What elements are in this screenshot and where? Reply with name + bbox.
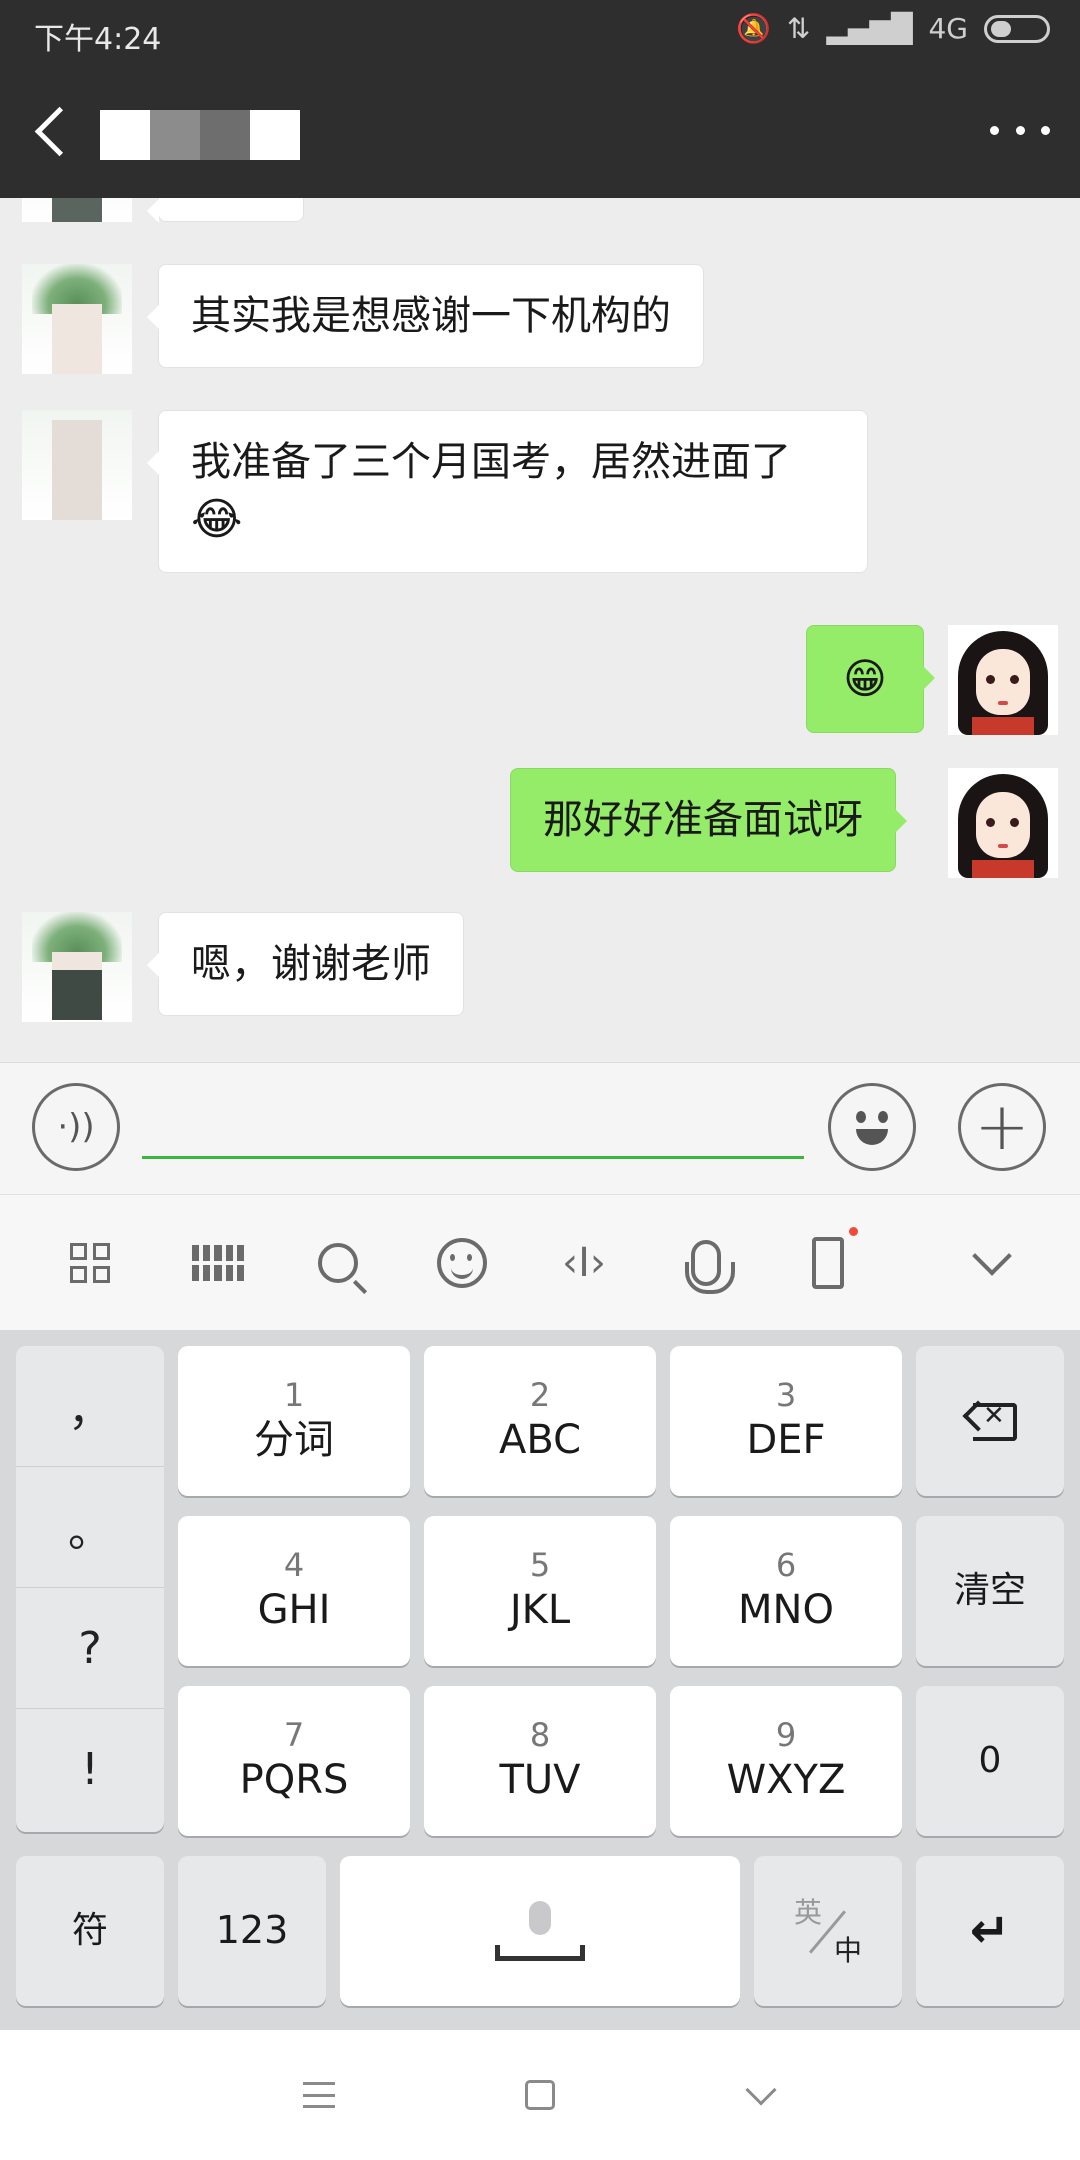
punct-key[interactable]: ， — [16, 1346, 164, 1467]
space-key[interactable] — [340, 1856, 740, 2006]
sent-message-bubble[interactable]: 那好好准备面试呀 — [510, 768, 907, 872]
search-icon[interactable] — [306, 1231, 370, 1295]
home-icon[interactable] — [515, 2070, 565, 2120]
number-mode-key[interactable]: 123 — [178, 1856, 326, 2006]
punct-key[interactable]: 。 — [16, 1467, 164, 1588]
more-dots-icon[interactable] — [990, 110, 1050, 150]
mute-icon: 🔕 — [736, 12, 771, 45]
key-4[interactable]: 4 GHI — [178, 1516, 410, 1666]
data-arrows-icon: ⇅ — [786, 12, 811, 45]
zero-key[interactable]: 0 — [916, 1686, 1064, 1836]
status-time: 下午4:24 — [34, 22, 162, 57]
contact-avatar[interactable] — [22, 198, 132, 222]
notification-dot — [849, 1227, 858, 1236]
t9-keyboard: ， 。 ? ! 1分词 2ABC 3DEF 4GHI 5JKL 6MNO 清空 … — [0, 1330, 1080, 2030]
emoji-icon[interactable] — [828, 1083, 916, 1171]
collapse-chevron-icon[interactable] — [960, 1231, 1024, 1295]
voice-icon[interactable]: ·)) — [32, 1083, 120, 1171]
message-input[interactable] — [142, 1097, 804, 1159]
my-avatar[interactable] — [948, 625, 1058, 735]
language-switch-key[interactable]: 英 中 — [754, 1856, 902, 2006]
input-bar: ·)) + — [0, 1062, 1080, 1194]
key-8[interactable]: 8 TUV — [424, 1686, 656, 1836]
system-nav-bar — [0, 2030, 1080, 2160]
menu-icon[interactable] — [294, 2070, 344, 2120]
message-text: 其实我是想感谢一下机构的 — [191, 293, 671, 339]
ime-toolbar: ‹I› — [0, 1194, 1080, 1330]
tears-of-joy-emoji: 😂 — [191, 494, 243, 545]
key-1[interactable]: 1 分词 — [178, 1346, 410, 1496]
key-7[interactable]: 7 PQRS — [178, 1686, 410, 1836]
contact-avatar[interactable] — [22, 410, 132, 520]
punct-key[interactable]: ? — [16, 1588, 164, 1709]
chat-area[interactable]: 其实我是想感谢一下机构的 我准备了三个月国考，居然进面了 😂 😁 那好好准备面试… — [0, 198, 1080, 1062]
contact-avatar[interactable] — [22, 912, 132, 1022]
plus-icon[interactable]: + — [958, 1083, 1046, 1171]
punctuation-column[interactable]: ， 。 ? ! — [16, 1346, 164, 1832]
message-bubble[interactable]: 我准备了三个月国考，居然进面了 😂 — [147, 410, 868, 573]
top-bar: 下午4:24 🔕 ⇅ ▂▄▆█ 4G — [0, 0, 1080, 198]
cursor-icon[interactable]: ‹I› — [552, 1231, 616, 1295]
grin-emoji: 😁 — [843, 654, 887, 703]
enter-key[interactable]: ↵ — [916, 1856, 1064, 2006]
backspace-icon — [962, 1400, 1017, 1441]
key-5[interactable]: 5 JKL — [424, 1516, 656, 1666]
message-text: 嗯，谢谢老师 — [191, 941, 431, 987]
signal-icon: ▂▄▆█ — [826, 12, 913, 45]
key-2[interactable]: 2 ABC — [424, 1346, 656, 1496]
sent-message-bubble[interactable]: 😁 — [806, 625, 935, 733]
message-text: 那好好准备面试呀 — [543, 797, 863, 843]
space-bar-icon — [495, 1945, 585, 1961]
contact-name-redacted — [100, 110, 300, 160]
clear-key[interactable]: 清空 — [916, 1516, 1064, 1666]
keyboard-icon[interactable] — [186, 1231, 250, 1295]
contact-avatar[interactable] — [22, 264, 132, 374]
message-bubble[interactable]: 其实我是想感谢一下机构的 — [147, 264, 704, 368]
grid-menu-icon[interactable] — [58, 1231, 122, 1295]
key-9[interactable]: 9 WXYZ — [670, 1686, 902, 1836]
space-mic-icon — [529, 1901, 551, 1935]
back-arrow-icon[interactable] — [30, 100, 78, 164]
message-bubble[interactable]: 嗯，谢谢老师 — [147, 912, 464, 1016]
delete-key[interactable] — [916, 1346, 1064, 1496]
key-6[interactable]: 6 MNO — [670, 1516, 902, 1666]
calculator-icon[interactable] — [796, 1227, 860, 1295]
emoji-face-icon[interactable] — [430, 1231, 494, 1295]
message-text: 我准备了三个月国考，居然进面了 — [191, 439, 791, 485]
key-3[interactable]: 3 DEF — [670, 1346, 902, 1496]
my-avatar[interactable] — [948, 768, 1058, 878]
punct-key[interactable]: ! — [16, 1709, 164, 1830]
enter-icon: ↵ — [969, 1903, 1011, 1959]
symbol-key[interactable]: 符 — [16, 1856, 164, 2006]
message-bubble-partial — [147, 198, 304, 223]
network-type: 4G — [928, 12, 968, 45]
status-icons: 🔕 ⇅ ▂▄▆█ 4G — [736, 12, 1050, 45]
battery-icon — [984, 14, 1050, 43]
microphone-icon[interactable] — [674, 1231, 738, 1295]
back-chevron-icon[interactable] — [736, 2070, 786, 2120]
